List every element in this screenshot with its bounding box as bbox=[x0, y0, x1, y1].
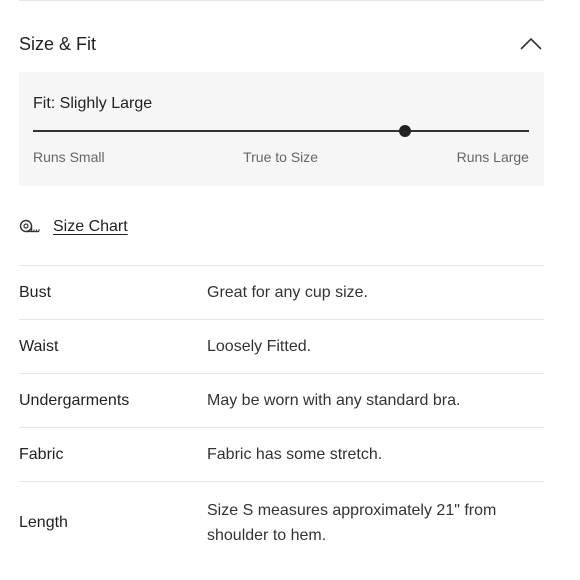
fit-scale-runs-small: Runs Small bbox=[33, 149, 105, 165]
detail-value: Loosely Fitted. bbox=[207, 338, 312, 355]
size-fit-accordion-header[interactable]: Size & Fit bbox=[19, 30, 544, 58]
detail-row-length: Length Size S measures approximately 21"… bbox=[19, 481, 544, 563]
detail-value: Fabric has some stretch. bbox=[207, 446, 383, 463]
detail-row-fabric: Fabric Fabric has some stretch. bbox=[19, 427, 544, 481]
fit-scale-panel: Fit: Slighly Large Runs Small True to Si… bbox=[19, 72, 544, 186]
detail-label: Undergarments bbox=[19, 391, 130, 409]
size-chart-label[interactable]: Size Chart bbox=[53, 218, 128, 236]
detail-value: Size S measures approximately 21" from s… bbox=[207, 501, 497, 544]
detail-value: Great for any cup size. bbox=[207, 284, 368, 301]
fit-scale-labels: Runs Small True to Size Runs Large bbox=[33, 149, 529, 165]
detail-label: Length bbox=[19, 513, 68, 531]
fit-scale-runs-large: Runs Large bbox=[456, 149, 529, 165]
fit-scale-true-to-size: True to Size bbox=[243, 149, 319, 165]
section-title: Size & Fit bbox=[19, 33, 97, 54]
detail-label: Waist bbox=[19, 337, 59, 355]
measuring-tape-icon bbox=[19, 218, 41, 236]
detail-row-waist: Waist Loosely Fitted. bbox=[19, 319, 544, 373]
chevron-up-icon[interactable] bbox=[520, 37, 542, 51]
fit-details-table: Bust Great for any cup size. Waist Loose… bbox=[19, 265, 544, 563]
detail-value: May be worn with any standard bra. bbox=[207, 392, 461, 409]
fit-label: Fit: Slighly Large bbox=[33, 95, 153, 112]
top-divider bbox=[19, 0, 544, 1]
detail-row-undergarments: Undergarments May be worn with any stand… bbox=[19, 373, 544, 427]
fit-marker bbox=[399, 125, 411, 137]
fit-track bbox=[33, 125, 529, 137]
size-chart-link[interactable]: Size Chart bbox=[19, 216, 128, 238]
detail-label: Bust bbox=[19, 283, 52, 301]
detail-label: Fabric bbox=[19, 445, 64, 463]
detail-row-bust: Bust Great for any cup size. bbox=[19, 265, 544, 319]
